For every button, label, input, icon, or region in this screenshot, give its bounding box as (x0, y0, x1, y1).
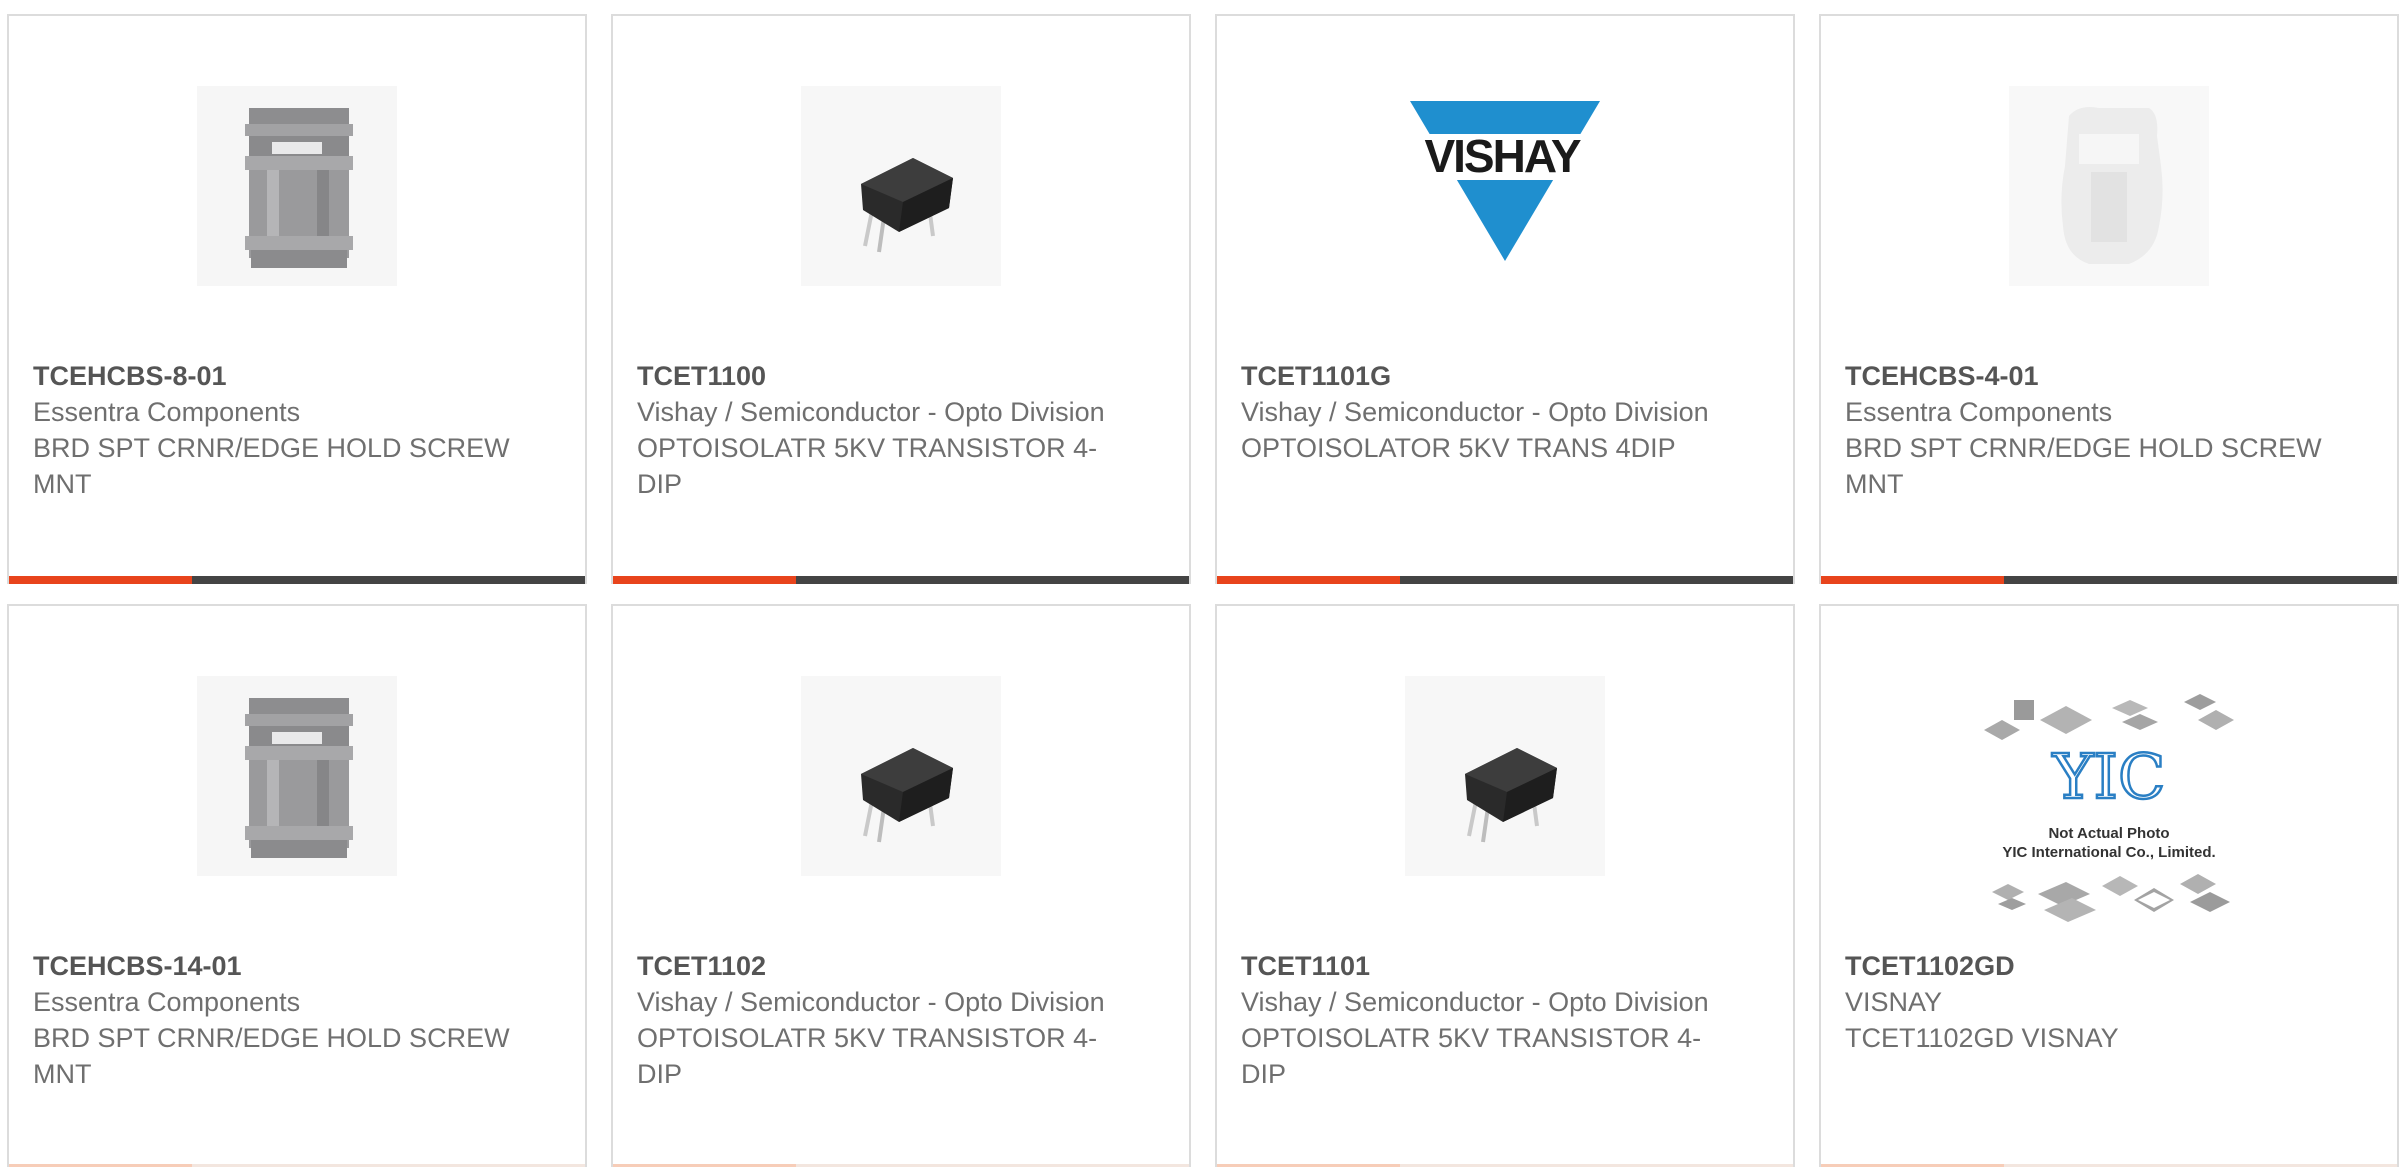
vishay-logo[interactable]: VISHAY (1405, 86, 1605, 286)
product-card[interactable]: YIC Not Actual Photo YIC International C… (1819, 604, 2399, 1167)
product-info: TCET1101G Vishay / Semiconductor - Opto … (1241, 358, 1721, 466)
description: BRD SPT CRNR/EDGE HOLD SCREW MNT (1845, 433, 2322, 499)
description: OPTOISOLATR 5KV TRANSISTOR 4-DIP (637, 433, 1098, 499)
card-accent (613, 576, 796, 584)
yic-placeholder-logo[interactable]: YIC Not Actual Photo YIC International C… (1974, 690, 2244, 930)
part-number[interactable]: TCEHCBS-4-01 (1845, 358, 2325, 394)
part-number[interactable]: TCET1100 (637, 358, 1117, 394)
manufacturer: VISNAY (1845, 987, 1943, 1017)
manufacturer: Vishay / Semiconductor - Opto Division (1241, 397, 1709, 427)
product-info: TCET1100 Vishay / Semiconductor - Opto D… (637, 358, 1117, 502)
card-bottom-bar (1217, 576, 1793, 584)
product-card[interactable]: TCEHCBS-14-01 Essentra Components BRD SP… (7, 604, 587, 1167)
product-info: TCEHCBS-14-01 Essentra Components BRD SP… (33, 948, 513, 1092)
manufacturer: Essentra Components (33, 987, 301, 1017)
part-number[interactable]: TCET1101G (1241, 358, 1721, 394)
dip-optocoupler-icon[interactable] (801, 676, 1001, 876)
part-number[interactable]: TCEHCBS-8-01 (33, 358, 513, 394)
manufacturer: Vishay / Semiconductor - Opto Division (1241, 987, 1709, 1017)
card-accent (1821, 576, 2004, 584)
product-info: TCET1102 Vishay / Semiconductor - Opto D… (637, 948, 1117, 1092)
product-info: TCET1101 Vishay / Semiconductor - Opto D… (1241, 948, 1721, 1092)
logo-text: VISHAY (1424, 130, 1580, 182)
placeholder-line1: Not Actual Photo (2048, 825, 2169, 842)
card-accent (1217, 576, 1400, 584)
manufacturer: Vishay / Semiconductor - Opto Division (637, 987, 1105, 1017)
product-card[interactable]: TCET1102 Vishay / Semiconductor - Opto D… (611, 604, 1191, 1167)
manufacturer: Vishay / Semiconductor - Opto Division (637, 397, 1105, 427)
description: OPTOISOLATOR 5KV TRANS 4DIP (1241, 433, 1676, 463)
product-info: TCEHCBS-8-01 Essentra Components BRD SPT… (33, 358, 513, 502)
card-bottom-bar (1821, 576, 2397, 584)
dip-optocoupler-icon[interactable] (801, 86, 1001, 286)
part-number[interactable]: TCET1102GD (1845, 948, 2325, 984)
product-info: TCET1102GD VISNAY TCET1102GD VISNAY (1845, 948, 2325, 1056)
description: OPTOISOLATR 5KV TRANSISTOR 4-DIP (1241, 1023, 1702, 1089)
part-number[interactable]: TCET1102 (637, 948, 1117, 984)
card-bottom-bar (9, 576, 585, 584)
product-card[interactable]: TCEHCBS-4-01 Essentra Components BRD SPT… (1819, 14, 2399, 584)
card-bottom-bar (613, 576, 1189, 584)
description: TCET1102GD VISNAY (1845, 1023, 2119, 1053)
product-card[interactable]: VISHAY TCET1101G Vishay / Semiconductor … (1215, 14, 1795, 584)
product-info: TCEHCBS-4-01 Essentra Components BRD SPT… (1845, 358, 2325, 502)
yic-logo-text: YIC (2052, 740, 2166, 813)
manufacturer: Essentra Components (33, 397, 301, 427)
product-grid: TCEHCBS-8-01 Essentra Components BRD SPT… (0, 0, 2400, 1167)
placeholder-line2: YIC International Co., Limited. (2002, 844, 2215, 861)
standoff-gray-icon[interactable] (197, 676, 397, 876)
standoff-white-icon[interactable] (2009, 86, 2209, 286)
dip-optocoupler-icon[interactable] (1405, 676, 1605, 876)
product-card[interactable]: TCET1100 Vishay / Semiconductor - Opto D… (611, 14, 1191, 584)
card-accent (9, 576, 192, 584)
description: BRD SPT CRNR/EDGE HOLD SCREW MNT (33, 1023, 510, 1089)
product-card[interactable]: TCET1101 Vishay / Semiconductor - Opto D… (1215, 604, 1795, 1167)
standoff-gray-icon[interactable] (197, 86, 397, 286)
product-card[interactable]: TCEHCBS-8-01 Essentra Components BRD SPT… (7, 14, 587, 584)
description: BRD SPT CRNR/EDGE HOLD SCREW MNT (33, 433, 510, 499)
description: OPTOISOLATR 5KV TRANSISTOR 4-DIP (637, 1023, 1098, 1089)
manufacturer: Essentra Components (1845, 397, 2113, 427)
part-number[interactable]: TCET1101 (1241, 948, 1721, 984)
part-number[interactable]: TCEHCBS-14-01 (33, 948, 513, 984)
